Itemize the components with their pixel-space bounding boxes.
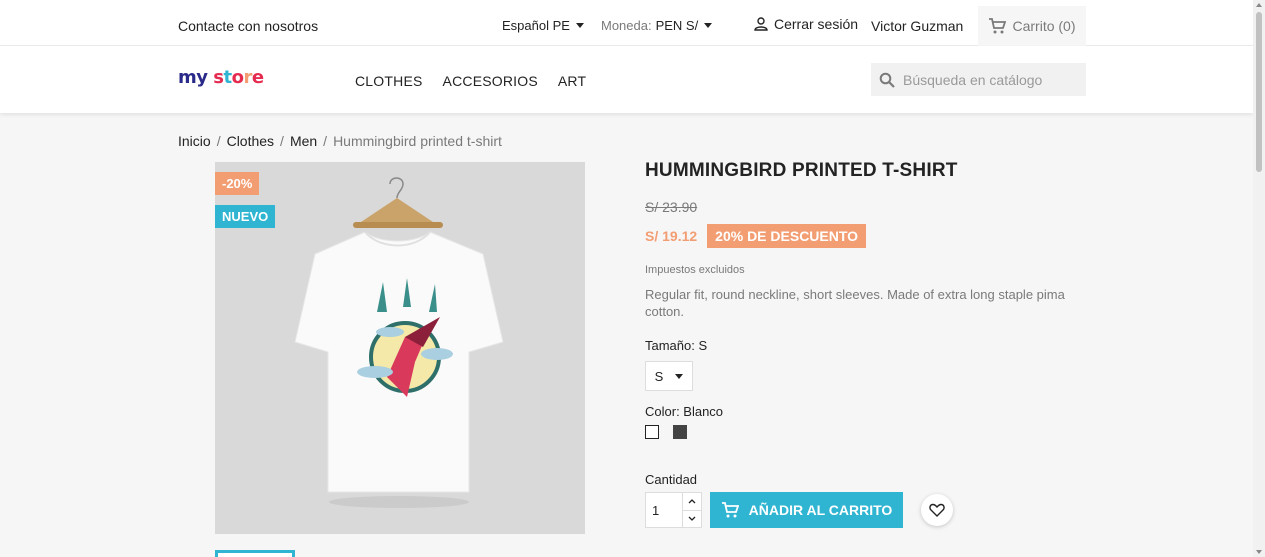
- quantity-stepper: [645, 492, 702, 528]
- caret-down-icon: [575, 23, 584, 28]
- regular-price: S/ 23.90: [645, 199, 698, 215]
- size-label: Tamaño: S: [645, 338, 708, 353]
- quantity-down-button[interactable]: [683, 511, 701, 528]
- nav-item-accesorios[interactable]: ACCESORIOS: [443, 73, 538, 89]
- wishlist-button[interactable]: [921, 494, 953, 526]
- breadcrumb: Inicio / Clothes / Men / Hummingbird pri…: [178, 133, 502, 149]
- quantity-label: Cantidad: [645, 472, 698, 487]
- currency-label: Moneda:: [601, 18, 652, 33]
- currency-selector[interactable]: Moneda: PEN S/: [601, 18, 713, 33]
- quantity-up-button[interactable]: [683, 493, 701, 511]
- nav-item-clothes[interactable]: CLOTHES: [355, 73, 423, 89]
- breadcrumb-item-inicio[interactable]: Inicio: [178, 133, 211, 149]
- logo-letter: o: [231, 67, 244, 88]
- heart-icon: [929, 503, 945, 517]
- discount-flag: -20%: [215, 172, 260, 195]
- cart-icon: [989, 18, 1007, 34]
- breadcrumb-item-men[interactable]: Men: [290, 133, 317, 149]
- contact-link[interactable]: Contacte con nosotros: [178, 18, 318, 34]
- page-scrollbar[interactable]: [1253, 0, 1265, 557]
- quantity-input[interactable]: [646, 493, 682, 527]
- product-cover-image[interactable]: -20% NUEVO: [215, 162, 585, 534]
- main-nav: CLOTHES ACCESORIOS ART: [355, 73, 586, 89]
- logo-letter: t: [223, 67, 233, 88]
- scroll-down-icon[interactable]: [1256, 550, 1262, 554]
- search-input[interactable]: [903, 71, 1073, 88]
- color-swatch-white[interactable]: [645, 425, 659, 439]
- add-to-cart-button[interactable]: AÑADIR AL CARRITO: [710, 492, 903, 528]
- logo-letter: e: [251, 67, 264, 88]
- add-to-cart-row: AÑADIR AL CARRITO: [645, 492, 1085, 528]
- search-box: [871, 63, 1086, 96]
- logo-part-my: my: [178, 67, 208, 88]
- caret-down-icon: [675, 373, 684, 379]
- user-icon: [754, 17, 768, 31]
- nav-item-art[interactable]: ART: [558, 73, 586, 89]
- chevron-down-icon: [688, 516, 696, 522]
- breadcrumb-separator: /: [280, 133, 284, 149]
- main-header: my store CLOTHES ACCESORIOS ART: [0, 46, 1253, 113]
- store-logo[interactable]: my store: [178, 67, 264, 88]
- cart-label: Carrito (0): [1012, 18, 1076, 34]
- breadcrumb-separator: /: [323, 133, 328, 149]
- scroll-up-icon[interactable]: [1256, 3, 1262, 7]
- product-title: HUMMINGBIRD PRINTED T-SHIRT: [645, 160, 958, 181]
- logout-link[interactable]: Cerrar sesión: [754, 16, 858, 32]
- discount-badge: 20% DE DESCUENTO: [707, 224, 867, 248]
- color-swatch-dark[interactable]: [673, 425, 687, 439]
- new-flag: NUEVO: [215, 205, 276, 228]
- top-bar: Contacte con nosotros Español PE Moneda:…: [0, 0, 1253, 46]
- current-price: S/ 19.12: [645, 228, 698, 244]
- chevron-up-icon: [688, 498, 696, 504]
- thumbnail-selected[interactable]: [215, 550, 295, 557]
- account-name-link[interactable]: Victor Guzman: [871, 18, 963, 34]
- size-select-value: S: [654, 368, 664, 384]
- language-selector[interactable]: Español PE: [502, 18, 584, 33]
- color-label: Color: Blanco: [645, 404, 724, 419]
- logout-label: Cerrar sesión: [774, 16, 859, 32]
- breadcrumb-separator: /: [216, 133, 221, 149]
- logo-letter: s: [213, 67, 224, 88]
- search-icon: [879, 72, 895, 88]
- cart-button[interactable]: Carrito (0): [978, 6, 1086, 46]
- color-swatches: [645, 425, 1085, 439]
- language-value: Español PE: [502, 18, 570, 33]
- product-description: Regular fit, round neckline, short sleev…: [645, 287, 1065, 319]
- product-info: HUMMINGBIRD PRINTED T-SHIRT S/ 23.90 S/ …: [645, 160, 1085, 528]
- currency-value: PEN S/: [655, 18, 699, 33]
- cart-icon: [721, 502, 739, 518]
- size-select[interactable]: S: [645, 361, 693, 391]
- scrollbar-thumb[interactable]: [1256, 12, 1262, 172]
- price-row: S/ 19.12 20% DE DESCUENTO: [645, 224, 1085, 248]
- tax-label: Impuestos excluidos: [645, 264, 745, 276]
- logo-letter: r: [243, 67, 252, 88]
- quantity-steppers: [682, 493, 701, 527]
- caret-down-icon: [704, 23, 713, 28]
- breadcrumb-current: Hummingbird printed t-shirt: [333, 133, 502, 149]
- add-to-cart-label: AÑADIR AL CARRITO: [748, 502, 893, 518]
- breadcrumb-item-clothes[interactable]: Clothes: [227, 133, 274, 149]
